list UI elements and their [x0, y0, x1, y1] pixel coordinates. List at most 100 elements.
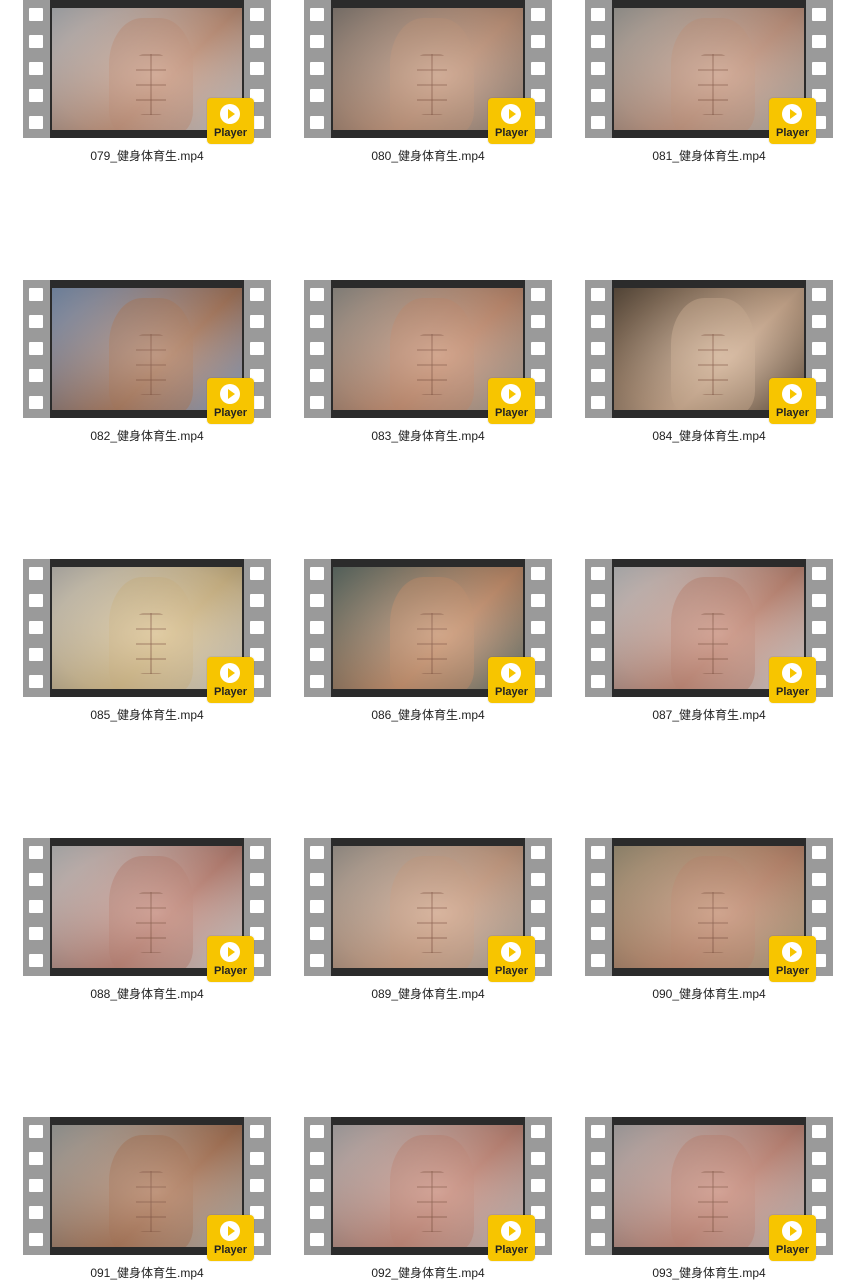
player-badge-label: Player: [494, 965, 529, 977]
file-name[interactable]: 080_健身体育生.mp4: [281, 147, 575, 164]
player-badge[interactable]: Player: [207, 1215, 254, 1261]
file-name[interactable]: 090_健身体育生.mp4: [562, 985, 856, 1002]
player-badge[interactable]: Player: [769, 657, 816, 703]
video-file-item[interactable]: Player 089_健身体育生.mp4: [281, 838, 552, 1003]
film-hole: [250, 1179, 264, 1192]
player-badge[interactable]: Player: [488, 936, 535, 982]
film-hole: [812, 8, 826, 21]
video-file-item[interactable]: Player 091_健身体育生.mp4: [0, 1117, 271, 1282]
file-name[interactable]: 082_健身体育生.mp4: [0, 427, 294, 444]
film-strip-left: [304, 0, 331, 138]
file-name[interactable]: 087_健身体育生.mp4: [562, 706, 856, 723]
film-strip-left: [304, 838, 331, 976]
video-file-item[interactable]: Player 084_健身体育生.mp4: [562, 280, 833, 445]
player-badge[interactable]: Player: [769, 936, 816, 982]
film-hole: [812, 342, 826, 355]
film-hole: [310, 567, 324, 580]
video-file-item[interactable]: Player 087_健身体育生.mp4: [562, 559, 833, 724]
film-hole: [531, 35, 545, 48]
film-hole: [29, 1179, 43, 1192]
film-hole: [310, 62, 324, 75]
film-hole: [310, 927, 324, 940]
film-strip-left: [585, 1117, 612, 1255]
film-hole: [29, 62, 43, 75]
film-hole: [29, 567, 43, 580]
film-hole: [250, 846, 264, 859]
video-file-item[interactable]: Player 090_健身体育生.mp4: [562, 838, 833, 1003]
player-badge[interactable]: Player: [769, 378, 816, 424]
video-file-item[interactable]: Player 080_健身体育生.mp4: [281, 0, 552, 165]
video-file-item[interactable]: Player 092_健身体育生.mp4: [281, 1117, 552, 1282]
file-name[interactable]: 093_健身体育生.mp4: [562, 1264, 856, 1281]
video-file-item[interactable]: Player 079_健身体育生.mp4: [0, 0, 271, 165]
player-badge[interactable]: Player: [488, 1215, 535, 1261]
film-hole: [29, 342, 43, 355]
film-hole: [29, 846, 43, 859]
file-name[interactable]: 091_健身体育生.mp4: [0, 1264, 294, 1281]
file-name[interactable]: 086_健身体育生.mp4: [281, 706, 575, 723]
player-badge[interactable]: Player: [488, 378, 535, 424]
video-file-item[interactable]: Player 088_健身体育生.mp4: [0, 838, 271, 1003]
play-icon: [220, 1221, 240, 1241]
film-hole: [250, 594, 264, 607]
video-file-item[interactable]: Player 086_健身体育生.mp4: [281, 559, 552, 724]
play-triangle-icon: [790, 109, 797, 119]
film-hole: [531, 567, 545, 580]
player-badge[interactable]: Player: [488, 657, 535, 703]
file-name[interactable]: 083_健身体育生.mp4: [281, 427, 575, 444]
film-hole: [591, 89, 605, 102]
player-badge[interactable]: Player: [769, 1215, 816, 1261]
file-name[interactable]: 089_健身体育生.mp4: [281, 985, 575, 1002]
play-triangle-icon: [509, 668, 516, 678]
film-hole: [591, 369, 605, 382]
player-badge[interactable]: Player: [207, 378, 254, 424]
film-hole: [310, 648, 324, 661]
player-badge[interactable]: Player: [769, 98, 816, 144]
film-hole: [250, 1152, 264, 1165]
film-hole: [250, 621, 264, 634]
file-name[interactable]: 084_健身体育生.mp4: [562, 427, 856, 444]
file-name[interactable]: 088_健身体育生.mp4: [0, 985, 294, 1002]
video-file-item[interactable]: Player 093_健身体育生.mp4: [562, 1117, 833, 1282]
film-hole: [310, 873, 324, 886]
film-hole: [310, 288, 324, 301]
film-hole: [591, 8, 605, 21]
play-icon: [220, 942, 240, 962]
video-file-item[interactable]: Player 082_健身体育生.mp4: [0, 280, 271, 445]
play-icon: [782, 384, 802, 404]
player-badge[interactable]: Player: [207, 657, 254, 703]
play-icon: [220, 384, 240, 404]
film-strip-left: [585, 559, 612, 697]
play-icon: [501, 942, 521, 962]
video-file-item[interactable]: Player 083_健身体育生.mp4: [281, 280, 552, 445]
film-hole: [29, 675, 43, 688]
film-hole: [812, 1152, 826, 1165]
player-badge[interactable]: Player: [488, 98, 535, 144]
file-name[interactable]: 092_健身体育生.mp4: [281, 1264, 575, 1281]
player-badge[interactable]: Player: [207, 98, 254, 144]
film-hole: [250, 35, 264, 48]
film-hole: [250, 342, 264, 355]
film-hole: [591, 1233, 605, 1246]
play-triangle-icon: [790, 1226, 797, 1236]
play-triangle-icon: [228, 109, 235, 119]
video-file-item[interactable]: Player 085_健身体育生.mp4: [0, 559, 271, 724]
film-hole: [812, 621, 826, 634]
play-icon: [501, 1221, 521, 1241]
file-name[interactable]: 081_健身体育生.mp4: [562, 147, 856, 164]
film-hole: [531, 1125, 545, 1138]
film-hole: [310, 1152, 324, 1165]
film-hole: [29, 89, 43, 102]
file-name[interactable]: 085_健身体育生.mp4: [0, 706, 294, 723]
video-file-item[interactable]: Player 081_健身体育生.mp4: [562, 0, 833, 165]
film-hole: [310, 954, 324, 967]
film-hole: [250, 900, 264, 913]
film-hole: [812, 567, 826, 580]
player-badge-label: Player: [494, 1244, 529, 1256]
film-strip-left: [585, 838, 612, 976]
player-badge-label: Player: [213, 407, 248, 419]
player-badge[interactable]: Player: [207, 936, 254, 982]
file-name[interactable]: 079_健身体育生.mp4: [0, 147, 294, 164]
film-hole: [250, 567, 264, 580]
play-triangle-icon: [509, 947, 516, 957]
